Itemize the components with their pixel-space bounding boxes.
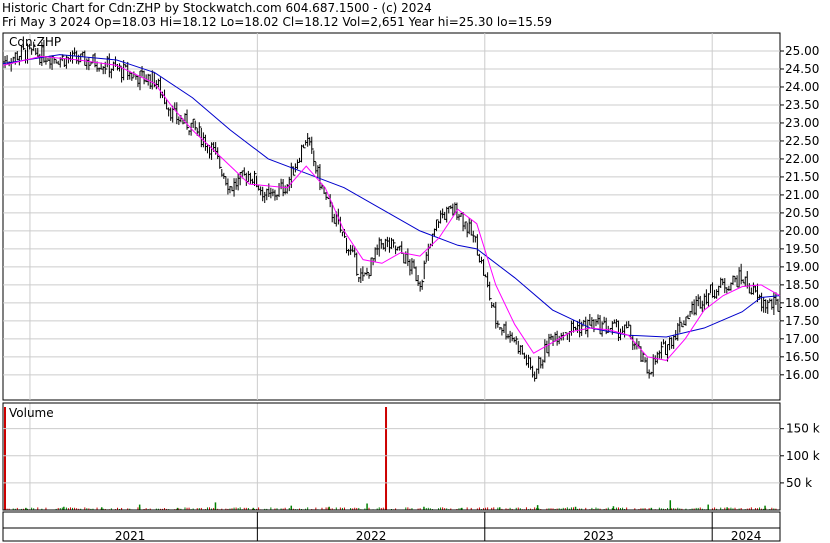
year-label: 2023 — [583, 529, 614, 543]
volume-bars — [2, 407, 781, 510]
volume-tick-label: 100 k — [786, 449, 820, 463]
price-tick-label: 19.50 — [785, 242, 819, 256]
year-label: 2022 — [356, 529, 387, 543]
price-tick-label: 24.50 — [785, 62, 819, 76]
price-tick-label: 20.00 — [785, 224, 819, 238]
price-tick-label: 17.00 — [785, 332, 819, 346]
year-label: 2021 — [115, 529, 146, 543]
year-label: 2024 — [731, 529, 762, 543]
volume-tick-label: 50 k — [786, 476, 812, 490]
price-tick-label: 23.00 — [785, 116, 819, 130]
price-plot-frame — [2, 32, 781, 401]
price-tick-label: 17.50 — [785, 314, 819, 328]
chart-title: Cdn:ZHP — [9, 35, 61, 49]
price-tick-label: 24.00 — [785, 80, 819, 94]
price-tick-label: 18.50 — [785, 278, 819, 292]
price-tick-label: 16.00 — [785, 368, 819, 382]
price-panel: 25.00 24.50 24.00 23.50 23.00 22.50 22.00 21.50… — [2, 32, 819, 401]
volume-tick-label: 150 k — [786, 422, 820, 436]
price-tick-label: 20.50 — [785, 206, 819, 220]
price-tick-label: 21.00 — [785, 188, 819, 202]
price-tick-label: 22.50 — [785, 134, 819, 148]
volume-label: Volume — [9, 406, 54, 420]
price-tick-label: 21.50 — [785, 170, 819, 184]
price-tick-label: 23.50 — [785, 98, 819, 112]
price-tick-label: 18.00 — [785, 296, 819, 310]
price-tick-label: 16.50 — [785, 350, 819, 364]
price-tick-label: 19.00 — [785, 260, 819, 274]
year-band: 2021 2022 2023 2024 — [2, 511, 781, 543]
price-tick-label: 22.00 — [785, 152, 819, 166]
stock-chart: 25.00 24.50 24.00 23.50 23.00 22.50 22.00 21.50… — [2, 32, 820, 543]
volume-panel: Volume 150 k 100 k 50 k — [2, 402, 820, 511]
volume-plot-frame — [2, 402, 781, 511]
price-tick-label: 25.00 — [785, 44, 819, 58]
